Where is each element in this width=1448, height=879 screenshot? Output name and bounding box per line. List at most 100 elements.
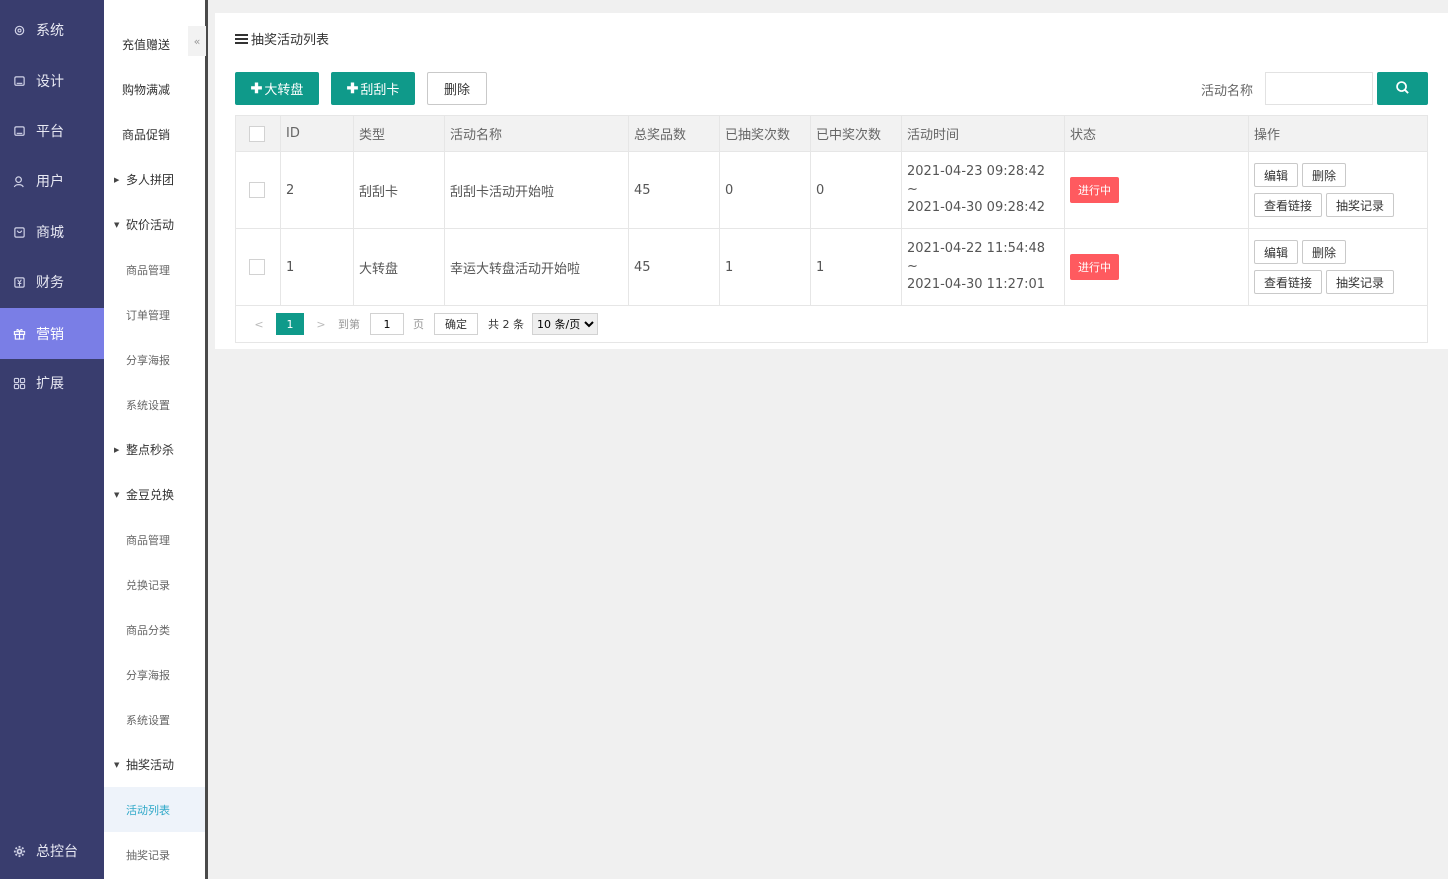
nav-item-console[interactable]: 总控台 xyxy=(0,826,104,876)
monitor-icon xyxy=(12,74,26,88)
cell-won: 1 xyxy=(811,229,902,305)
nav-item-platform[interactable]: 平台 xyxy=(0,106,104,156)
sub-item-label: 商品促销 xyxy=(122,128,171,142)
caret-right-icon: ▶ xyxy=(114,175,120,184)
sub-item-lottery-list[interactable]: 活动列表 xyxy=(104,787,205,832)
cell-time: 2021-04-23 09:28:42 ~ 2021-04-30 09:28:42 xyxy=(902,152,1065,228)
caret-down-icon: ▼ xyxy=(114,220,120,229)
row-checkbox-cell xyxy=(236,229,281,305)
page-title-text: 抽奖活动列表 xyxy=(251,33,330,48)
sub-item-label: 金豆兑换 xyxy=(126,488,175,502)
delete-button[interactable]: 删除 xyxy=(1302,163,1347,187)
cell-ops: 编辑 删除 查看链接 抽奖记录 xyxy=(1249,229,1427,305)
gear-icon xyxy=(12,23,26,37)
cell-id: 1 xyxy=(281,229,354,305)
nav-item-system[interactable]: 系统 xyxy=(0,5,104,55)
pagination: < 1 > 到第 页 确定 共 2 条 10 条/页 xyxy=(236,306,1427,342)
table-row: 1 大转盘 幸运大转盘活动开始啦 45 1 1 2021-04-22 11:54… xyxy=(236,229,1427,306)
per-page-select[interactable]: 10 条/页 xyxy=(532,313,598,335)
header-cell: 类型 xyxy=(354,116,445,151)
header-cell: 已中奖次数 xyxy=(811,116,902,151)
sub-item-exchange-settings[interactable]: 系统设置 xyxy=(104,697,205,742)
current-page[interactable]: 1 xyxy=(276,313,304,335)
sub-item-bargain-poster[interactable]: 分享海报 xyxy=(104,337,205,382)
header-cell: ID xyxy=(281,116,354,151)
plus-icon: ✚ xyxy=(250,80,263,96)
sub-item-full-reduction[interactable]: 购物满减 xyxy=(104,67,205,112)
sub-item-label: 系统设置 xyxy=(126,713,170,727)
cell-status: 进行中 xyxy=(1065,152,1249,228)
nav-label: 用户 xyxy=(36,174,64,190)
button-label: 刮刮卡 xyxy=(360,82,400,97)
goto-confirm-button[interactable]: 确定 xyxy=(434,313,478,335)
table-row: 2 刮刮卡 刮刮卡活动开始啦 45 0 0 2021-04-23 09:28:4… xyxy=(236,152,1427,229)
sub-item-lottery-records[interactable]: 抽奖记录 xyxy=(104,832,205,877)
nav-item-mall[interactable]: 商城 xyxy=(0,207,104,257)
sub-group-bean-exchange[interactable]: ▼ 金豆兑换 xyxy=(104,472,205,517)
sub-group-flash-sale[interactable]: ▶ 整点秒杀 xyxy=(104,427,205,472)
nav-item-user[interactable]: 用户 xyxy=(0,156,104,206)
add-wheel-button[interactable]: ✚ 大转盘 xyxy=(235,72,319,105)
sub-item-label: 兑换记录 xyxy=(126,578,170,592)
prev-page-icon[interactable]: < xyxy=(248,318,270,331)
sub-item-label: 订单管理 xyxy=(126,308,170,322)
sub-item-label: 抽奖活动 xyxy=(126,758,175,772)
cell-drawn: 0 xyxy=(720,152,811,228)
add-scratch-button[interactable]: ✚ 刮刮卡 xyxy=(331,72,415,105)
row-checkbox[interactable] xyxy=(249,182,265,198)
search-button[interactable] xyxy=(1377,72,1428,105)
cell-id: 2 xyxy=(281,152,354,228)
sub-item-exchange-records[interactable]: 兑换记录 xyxy=(104,562,205,607)
nav-label: 设计 xyxy=(36,74,64,90)
nav-item-marketing[interactable]: 营销 xyxy=(0,308,104,359)
next-page-icon[interactable]: > xyxy=(310,318,332,331)
caret-right-icon: ▶ xyxy=(114,445,120,454)
sub-item-label: 充值赠送 xyxy=(122,38,171,52)
cell-name: 幸运大转盘活动开始啦 xyxy=(445,229,629,305)
view-link-button[interactable]: 查看链接 xyxy=(1254,270,1323,294)
select-all-checkbox[interactable] xyxy=(249,125,265,142)
nav-label: 营销 xyxy=(36,326,64,343)
sub-item-bargain-settings[interactable]: 系统设置 xyxy=(104,382,205,427)
time-end: 2021-04-30 09:28:42 xyxy=(907,200,1046,215)
sub-item-label: 抽奖记录 xyxy=(126,848,170,862)
search-input[interactable] xyxy=(1265,72,1373,105)
header-cell: 总奖品数 xyxy=(629,116,720,151)
table-header: ID 类型 活动名称 总奖品数 已抽奖次数 已中奖次数 活动时间 状态 操作 xyxy=(236,116,1427,152)
lottery-records-button[interactable]: 抽奖记录 xyxy=(1326,270,1395,294)
nav-item-design[interactable]: 设计 xyxy=(0,56,104,106)
nav-label: 系统 xyxy=(36,23,64,39)
sub-item-goods-category[interactable]: 商品分类 xyxy=(104,607,205,652)
row-checkbox[interactable] xyxy=(249,259,265,275)
edit-button[interactable]: 编辑 xyxy=(1254,163,1299,187)
nav-item-extension[interactable]: 扩展 xyxy=(0,358,104,408)
sub-item-promotion[interactable]: 商品促销 xyxy=(104,112,205,157)
lottery-records-button[interactable]: 抽奖记录 xyxy=(1326,193,1395,217)
cell-status: 进行中 xyxy=(1065,229,1249,305)
time-start: 2021-04-22 11:54:48 ~ xyxy=(907,241,1046,274)
shop-icon xyxy=(12,225,26,239)
sub-group-group-buy[interactable]: ▶ 多人拼团 xyxy=(104,157,205,202)
sub-item-bargain-goods[interactable]: 商品管理 xyxy=(104,247,205,292)
nav-label: 扩展 xyxy=(36,376,64,392)
cell-won: 0 xyxy=(811,152,902,228)
settings-icon xyxy=(12,844,26,858)
cell-total: 45 xyxy=(629,229,720,305)
sub-group-lottery[interactable]: ▼ 抽奖活动 xyxy=(104,742,205,787)
goto-page-input[interactable] xyxy=(370,313,404,335)
header-cell: 活动名称 xyxy=(445,116,629,151)
header-cell: 状态 xyxy=(1065,116,1249,151)
batch-delete-button[interactable]: 删除 xyxy=(427,72,487,105)
edit-button[interactable]: 编辑 xyxy=(1254,240,1299,264)
nav-item-finance[interactable]: 财务 xyxy=(0,257,104,307)
search-icon xyxy=(1395,80,1410,98)
sub-item-recharge-gift[interactable]: 充值赠送 xyxy=(104,22,205,67)
sub-item-exchange-goods[interactable]: 商品管理 xyxy=(104,517,205,562)
search-label: 活动名称 xyxy=(1201,84,1254,99)
view-link-button[interactable]: 查看链接 xyxy=(1254,193,1323,217)
sub-item-bargain-orders[interactable]: 订单管理 xyxy=(104,292,205,337)
list-icon xyxy=(235,33,248,44)
delete-button[interactable]: 删除 xyxy=(1302,240,1347,264)
sub-group-bargain[interactable]: ▼ 砍价活动 xyxy=(104,202,205,247)
sub-item-exchange-poster[interactable]: 分享海报 xyxy=(104,652,205,697)
